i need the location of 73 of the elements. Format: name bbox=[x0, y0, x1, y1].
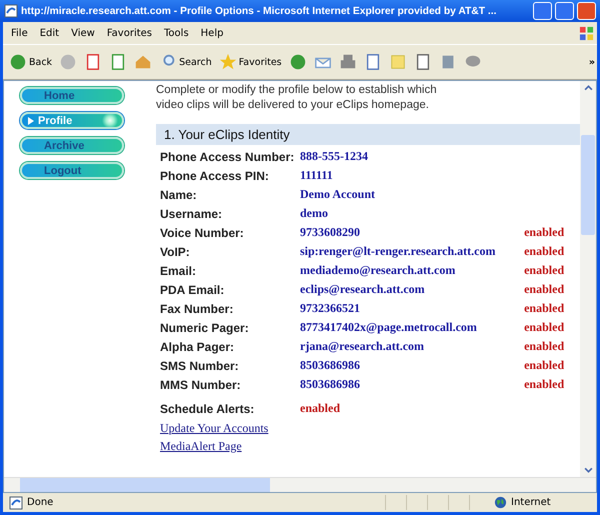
field-label: Fax Number: bbox=[160, 299, 300, 318]
field-label: Phone Access PIN: bbox=[160, 168, 270, 184]
scroll-thumb[interactable] bbox=[581, 135, 595, 235]
section-header: 1. Your eClips Identity bbox=[156, 124, 580, 145]
home-icon bbox=[134, 53, 152, 71]
field-value: 9732366521 bbox=[300, 300, 361, 317]
printer-icon bbox=[338, 53, 357, 71]
intro-text: Complete or modify the profile below to establish which video clips will be delivered to your eClips homepage. bbox=[156, 83, 438, 113]
field-label: Alpha Pager: bbox=[160, 337, 300, 356]
status-text: enabled bbox=[524, 263, 564, 277]
status-text: enabled bbox=[524, 282, 564, 296]
scroll-down-icon[interactable] bbox=[584, 467, 592, 473]
triangle-icon bbox=[28, 116, 34, 124]
scroll-thumb[interactable] bbox=[20, 478, 270, 492]
close-button[interactable] bbox=[577, 2, 596, 20]
toolbar-button[interactable]: Favorites bbox=[218, 53, 282, 71]
link[interactable]: MediaAlert Page bbox=[160, 439, 242, 454]
menu-item[interactable]: File bbox=[11, 28, 28, 38]
menu-item[interactable]: Help bbox=[200, 28, 224, 38]
note-icon bbox=[388, 53, 407, 71]
maximize-button[interactable] bbox=[555, 2, 574, 20]
star-icon bbox=[218, 53, 237, 71]
field-label: Schedule Alerts: bbox=[160, 394, 300, 418]
field-value: Demo Account bbox=[300, 186, 376, 203]
minimize-button[interactable] bbox=[533, 2, 552, 20]
security-zone: Internet bbox=[511, 497, 552, 508]
page-icon bbox=[9, 496, 23, 510]
field-value: 8773417402x@page.metrocall.com bbox=[300, 319, 478, 336]
field-value: 111111 bbox=[300, 167, 334, 184]
field-label: Username: bbox=[160, 206, 224, 222]
toolbar-button[interactable]: Search bbox=[159, 53, 212, 71]
status-text: enabled bbox=[524, 377, 564, 391]
menu-item[interactable]: Tools bbox=[164, 28, 189, 38]
status-text: enabled bbox=[524, 244, 564, 258]
field-value: sip:renger@lt-renger.research.att.com bbox=[300, 243, 496, 260]
toolbar-overflow-button[interactable]: » bbox=[588, 56, 595, 68]
field-label: Numeric Pager: bbox=[160, 318, 300, 337]
status-text: enabled bbox=[300, 401, 340, 415]
field-label: SMS Number: bbox=[160, 356, 300, 375]
toolbar-button[interactable] bbox=[338, 53, 357, 71]
vertical-scrollbar[interactable] bbox=[580, 81, 596, 477]
status-text: enabled bbox=[524, 339, 564, 353]
field-value: 8503686986 bbox=[300, 376, 361, 393]
field-value: 8503686986 bbox=[300, 357, 361, 374]
globe-icon bbox=[494, 496, 507, 509]
menu-item[interactable]: View bbox=[71, 28, 95, 38]
field-label: VoIP: bbox=[160, 242, 300, 261]
page-icon bbox=[4, 4, 18, 18]
field-label: PDA Email: bbox=[160, 280, 300, 299]
windows-flag-icon bbox=[579, 26, 594, 40]
field-value: rjana@research.att.com bbox=[300, 338, 426, 355]
field-value: 9733608290 bbox=[300, 224, 361, 241]
status-text: enabled bbox=[524, 225, 564, 239]
window-title: http://miracle.research.att.com - Profile Options - Microsoft Internet Explorer provided by AT&T ... bbox=[21, 6, 498, 16]
field-label: MMS Number: bbox=[160, 375, 300, 394]
field-value: eclips@research.att.com bbox=[300, 281, 426, 298]
status-text: Done bbox=[27, 497, 54, 508]
toolbar-button[interactable]: Back bbox=[9, 53, 52, 71]
field-value: 888-555-1234 bbox=[300, 148, 369, 165]
status-text: enabled bbox=[524, 358, 564, 372]
field-label: Email: bbox=[160, 261, 300, 280]
field-label: Phone Access Number: bbox=[160, 147, 300, 166]
field-label: Name: bbox=[160, 185, 300, 204]
horizontal-scrollbar[interactable] bbox=[4, 477, 596, 492]
menu-item[interactable]: Favorites bbox=[106, 28, 152, 38]
field-label: Voice Number: bbox=[160, 223, 300, 242]
status-text: enabled bbox=[524, 320, 564, 334]
field-value: demo bbox=[300, 205, 329, 222]
status-text: enabled bbox=[524, 301, 564, 315]
link[interactable]: Update Your Accounts bbox=[160, 421, 268, 436]
scroll-up-icon[interactable] bbox=[584, 85, 592, 91]
field-value: mediademo@research.att.com bbox=[300, 262, 456, 279]
menu-item[interactable]: Edit bbox=[40, 28, 60, 38]
